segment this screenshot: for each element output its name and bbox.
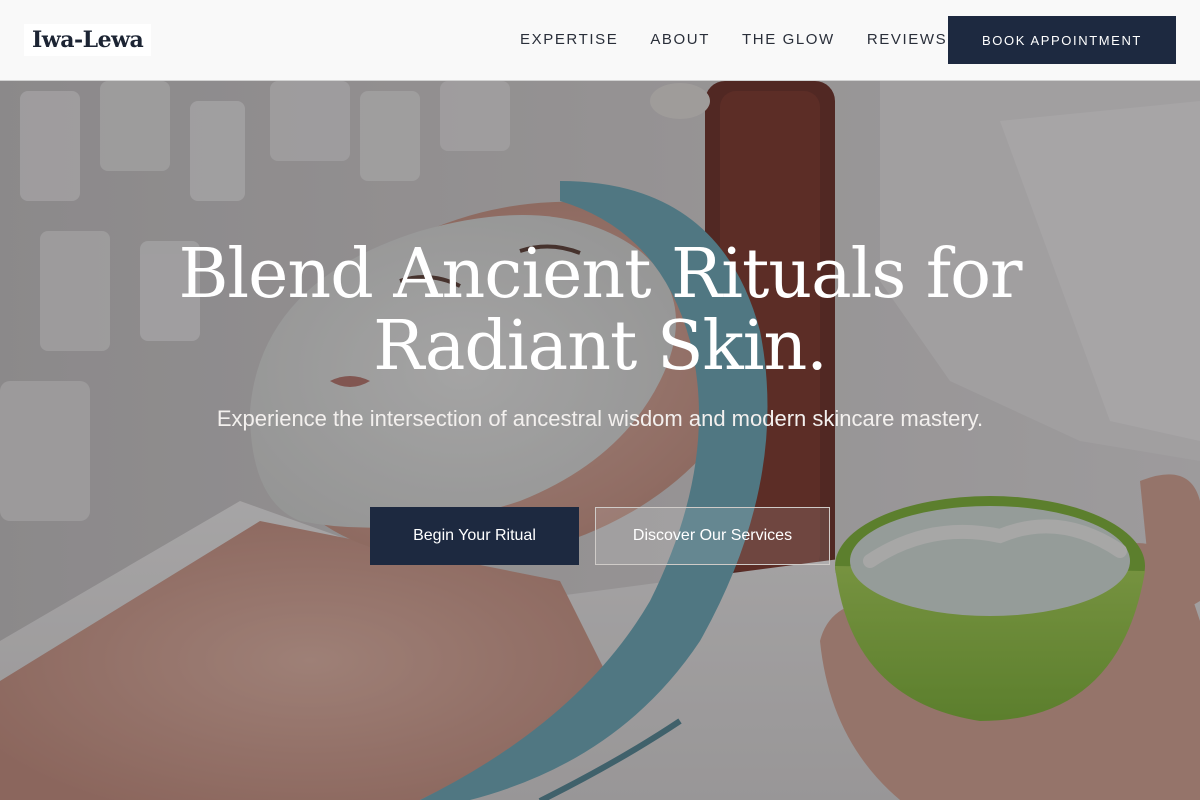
book-appointment-button[interactable]: BOOK APPOINTMENT [948,16,1176,64]
nav-link-the-glow[interactable]: THE GLOW [742,30,835,50]
hero-subtitle: Experience the intersection of ancestral… [216,406,984,431]
nav-link-expertise[interactable]: EXPERTISE [520,30,618,50]
hero-dark-overlay [0,81,1200,800]
begin-ritual-button[interactable]: Begin Your Ritual [370,507,579,565]
hero-title-line-1: Blend Ancient Rituals for [178,235,1022,314]
hero-title: Blend Ancient Rituals for Radiant Skin. [100,239,1100,383]
nav-link-reviews[interactable]: REVIEWS [867,30,947,50]
site-header: Iwa-Lewa EXPERTISE ABOUT THE GLOW REVIEW… [0,0,1200,81]
main-nav: EXPERTISE ABOUT THE GLOW REVIEWS [520,30,947,50]
nav-link-about[interactable]: ABOUT [650,30,710,50]
brand-logo[interactable]: Iwa-Lewa [24,24,152,56]
discover-services-button[interactable]: Discover Our Services [595,507,830,565]
hero-section: Blend Ancient Rituals for Radiant Skin. … [0,81,1200,800]
hero-title-line-2: Radiant Skin. [373,307,828,386]
